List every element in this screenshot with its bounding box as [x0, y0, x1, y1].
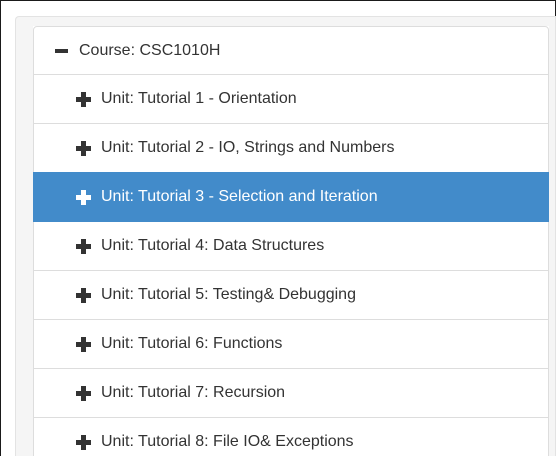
tree-node-unit-8[interactable]: Unit: Tutorial 8: File IO& Exceptions	[33, 417, 549, 456]
tree-node-label: Unit: Tutorial 7: Recursion	[101, 384, 286, 401]
plus-icon[interactable]	[75, 222, 91, 270]
plus-icon[interactable]	[75, 418, 91, 456]
tree-node-label: Course: CSC1010H	[79, 42, 221, 59]
tree-node-label: Unit: Tutorial 2 - IO, Strings and Numbe…	[101, 139, 395, 156]
tree-node-label: Unit: Tutorial 8: File IO& Exceptions	[101, 433, 354, 450]
tree-node-label: Unit: Tutorial 5: Testing& Debugging	[101, 286, 356, 303]
tree-node-unit-4[interactable]: Unit: Tutorial 4: Data Structures	[33, 221, 549, 271]
tree-panel: Course: CSC1010H Unit: Tutorial 1 - Orie…	[15, 16, 556, 456]
tree-node-unit-6[interactable]: Unit: Tutorial 6: Functions	[33, 319, 549, 369]
tree-node-unit-5[interactable]: Unit: Tutorial 5: Testing& Debugging	[33, 270, 549, 320]
plus-icon[interactable]	[75, 124, 91, 172]
tree-node-unit-3-selected[interactable]: Unit: Tutorial 3 - Selection and Iterati…	[33, 172, 549, 222]
course-tree: Course: CSC1010H Unit: Tutorial 1 - Orie…	[33, 26, 549, 456]
tree-node-course[interactable]: Course: CSC1010H	[33, 26, 549, 75]
tree-node-label: Unit: Tutorial 6: Functions	[101, 335, 283, 352]
tree-node-label: Unit: Tutorial 3 - Selection and Iterati…	[101, 188, 378, 205]
tree-node-unit-7[interactable]: Unit: Tutorial 7: Recursion	[33, 368, 549, 418]
plus-icon[interactable]	[75, 271, 91, 319]
plus-icon[interactable]	[75, 369, 91, 417]
tree-node-label: Unit: Tutorial 1 - Orientation	[101, 90, 297, 107]
plus-icon[interactable]	[75, 173, 91, 221]
tree-node-unit-2[interactable]: Unit: Tutorial 2 - IO, Strings and Numbe…	[33, 123, 549, 173]
tree-node-unit-1[interactable]: Unit: Tutorial 1 - Orientation	[33, 74, 549, 124]
minus-icon[interactable]	[53, 27, 69, 74]
plus-icon[interactable]	[75, 75, 91, 123]
tree-node-label: Unit: Tutorial 4: Data Structures	[101, 237, 325, 254]
plus-icon[interactable]	[75, 320, 91, 368]
